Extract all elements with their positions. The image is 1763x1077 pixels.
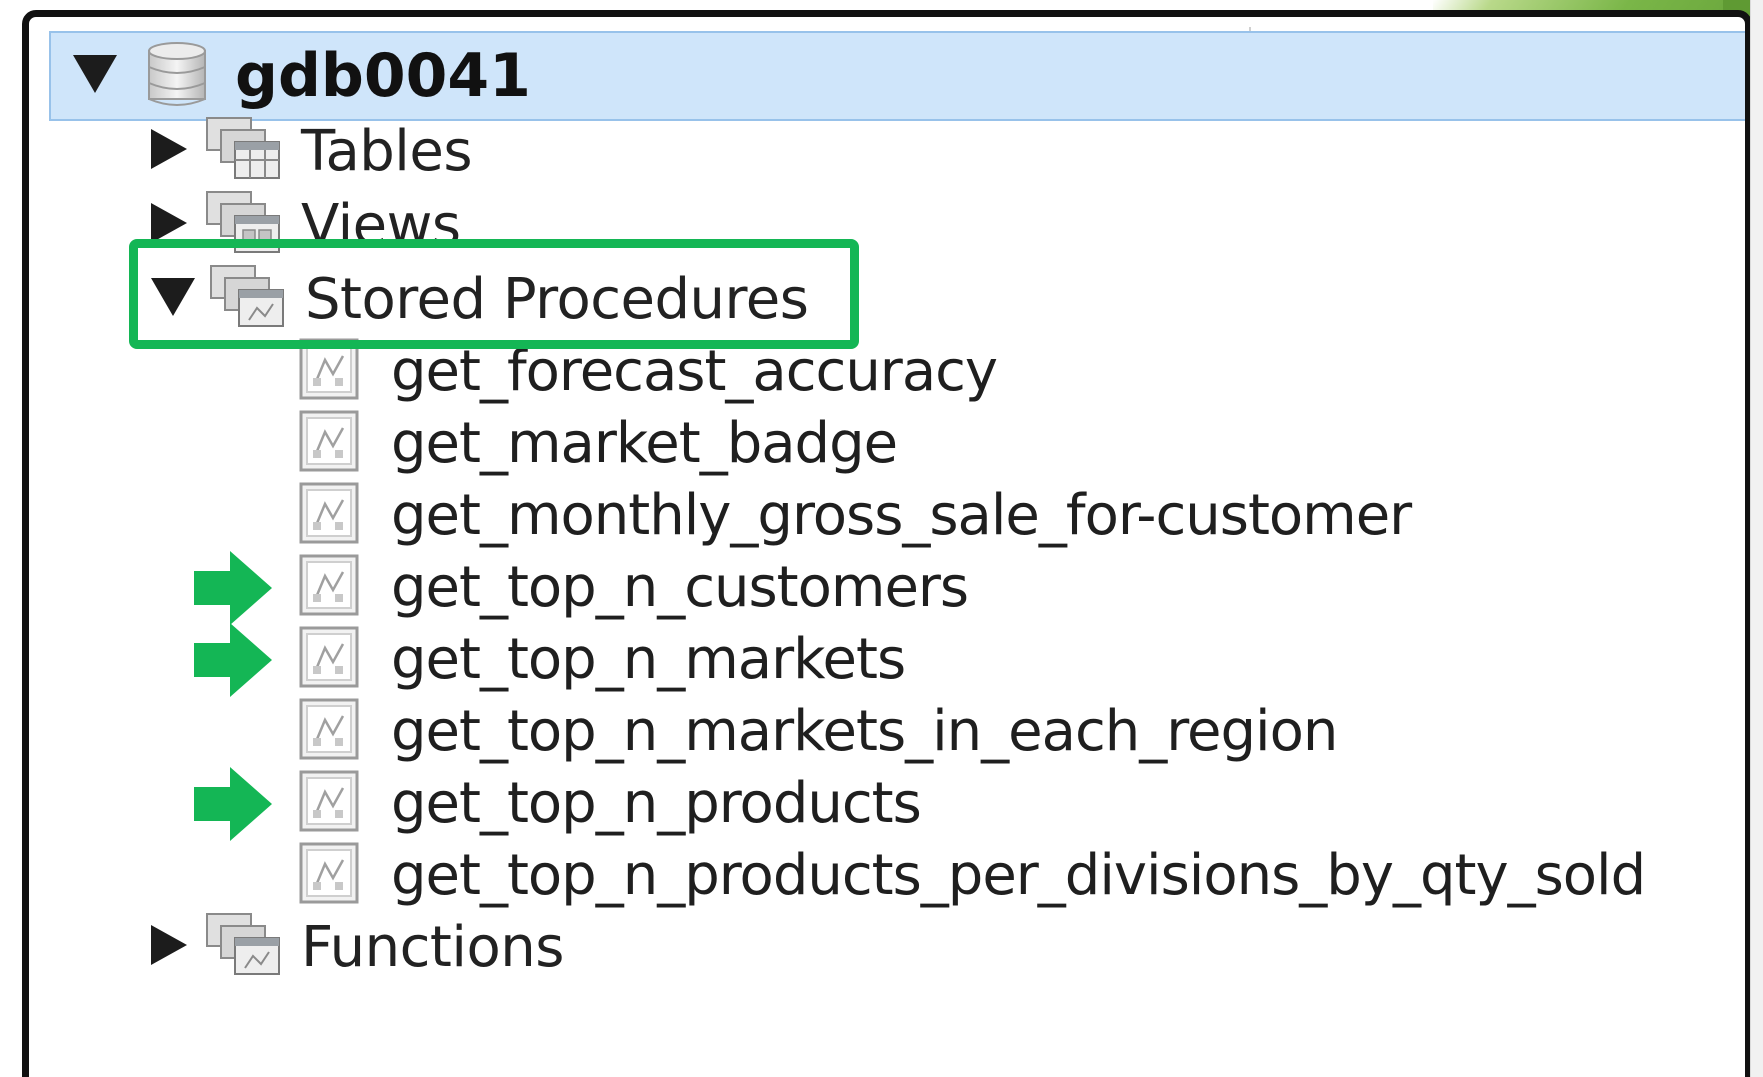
tables-folder-icon [205,116,281,186]
green-arrow-pointer-icon [194,551,272,625]
stored-procedure-icon [299,482,359,548]
procedure-name: get_top_n_markets_in_each_region [391,698,1338,764]
expand-chevron-right-icon[interactable] [151,925,187,969]
green-arrow-pointer-icon [194,767,272,841]
scrollbar-track[interactable] [1750,0,1763,1077]
stored-procedure-icon [299,770,359,836]
procedure-item[interactable]: get_market_badge [299,403,898,483]
stored-procedure-icon [299,698,359,764]
database-name: gdb0041 [235,41,531,111]
expand-chevron-down-icon[interactable] [73,55,117,97]
procedure-item[interactable]: get_top_n_markets_in_each_region [299,691,1338,771]
procedure-name: get_market_badge [391,410,898,476]
stored-procedure-icon [299,842,359,908]
stored-procedures-highlight [129,239,859,349]
expand-chevron-right-icon[interactable] [151,129,187,173]
green-arrow-pointer-icon [194,623,272,697]
procedure-item[interactable]: get_monthly_gross_sale_for-customer [299,475,1412,555]
procedure-item[interactable]: get_top_n_products [299,763,922,843]
procedure-name: get_top_n_products_per_divisions_by_qty_… [391,842,1646,908]
tree-node-functions[interactable]: Functions [151,907,564,987]
schema-navigator-panel: gdb0041 Tables Views Stored Procedures g… [22,10,1752,1077]
procedure-name: get_monthly_gross_sale_for-customer [391,482,1412,548]
procedure-name: get_top_n_customers [391,554,969,620]
functions-folder-icon [205,912,281,982]
stored-procedure-icon [299,626,359,692]
stored-procedure-icon [299,410,359,476]
tree-node-label: Functions [301,914,564,980]
screenshot-stage: gdb0041 Tables Views Stored Procedures g… [0,0,1763,1077]
procedure-item[interactable]: get_top_n_customers [299,547,969,627]
procedure-name: get_top_n_markets [391,626,906,692]
procedure-item[interactable]: get_top_n_products_per_divisions_by_qty_… [299,835,1646,915]
tree-node-tables[interactable]: Tables [151,111,473,191]
tree-node-database[interactable]: gdb0041 [49,31,1745,121]
tree-node-label: Tables [301,118,473,184]
database-icon [145,41,209,111]
stored-procedure-icon [299,554,359,620]
procedure-item[interactable]: get_top_n_markets [299,619,906,699]
procedure-name: get_top_n_products [391,770,922,836]
